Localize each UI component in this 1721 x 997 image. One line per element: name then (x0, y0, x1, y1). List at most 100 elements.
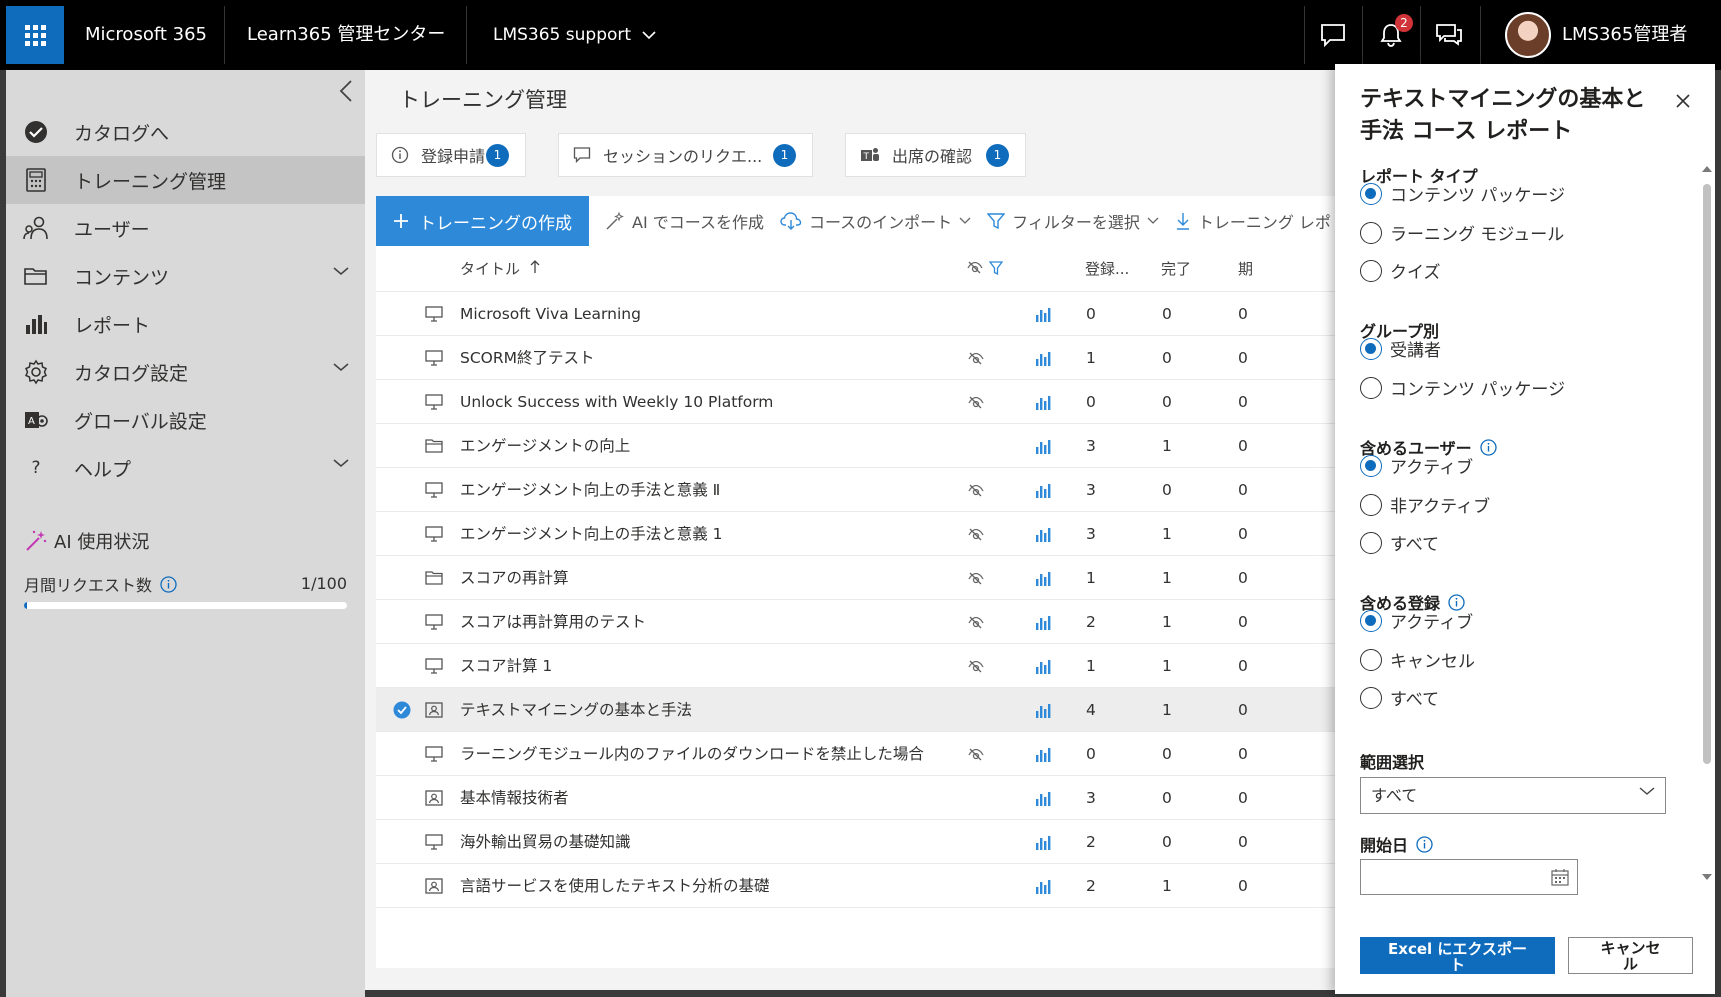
create-training-button[interactable]: トレーニングの作成 (376, 196, 589, 246)
row-enrolled: 0 (1086, 393, 1096, 411)
radio-enroll-active[interactable]: アクティブ (1360, 608, 1473, 633)
table-row[interactable]: スコアは再計算用のテスト 2 1 0 (376, 600, 1335, 644)
scrollbar-thumb[interactable] (1703, 184, 1711, 764)
row-title[interactable]: エンゲージメント向上の手法と意義 1 (460, 512, 722, 556)
training-report-download-button[interactable]: トレーニング レポ (1175, 209, 1331, 233)
table-row[interactable]: エンゲージメント向上の手法と意義 Ⅱ 3 0 0 (376, 468, 1335, 512)
table-row[interactable]: ラーニングモジュール内のファイルのダウンロードを禁止した場合 0 0 0 (376, 732, 1335, 776)
row-title[interactable]: エンゲージメント向上の手法と意義 Ⅱ (460, 468, 720, 512)
ai-create-course-button[interactable]: AI でコースを作成 (605, 209, 764, 233)
radio-report-content-package[interactable]: コンテンツ パッケージ (1360, 181, 1565, 206)
start-date-input[interactable] (1360, 859, 1578, 895)
report-chart-icon[interactable] (1035, 438, 1051, 458)
table-row[interactable]: 海外輸出貿易の基礎知識 2 0 0 (376, 820, 1335, 864)
table-row[interactable]: エンゲージメント向上の手法と意義 1 3 1 0 (376, 512, 1335, 556)
avatar[interactable] (1505, 12, 1551, 58)
admin-center-name[interactable]: Learn365 管理センター (247, 0, 445, 70)
report-chart-icon[interactable] (1035, 746, 1051, 766)
row-title[interactable]: スコアは再計算用のテスト (460, 600, 646, 644)
radio-enroll-cancelled[interactable]: キャンセル (1360, 647, 1475, 672)
import-course-button[interactable]: コースのインポート (780, 209, 971, 233)
table-row[interactable]: スコアの再計算 1 1 0 (376, 556, 1335, 600)
sidebar-item-training[interactable]: トレーニング管理 (6, 156, 365, 204)
row-title[interactable]: ラーニングモジュール内のファイルのダウンロードを禁止した場合 (460, 732, 924, 776)
report-chart-icon[interactable] (1035, 306, 1051, 326)
radio-group-content-package[interactable]: コンテンツ パッケージ (1360, 375, 1565, 400)
column-visibility-filter[interactable] (966, 259, 1004, 279)
row-title[interactable]: SCORM終了テスト (460, 336, 595, 380)
user-name[interactable]: LMS365管理者 (1562, 0, 1687, 70)
sidebar-item-content[interactable]: コンテンツ (6, 252, 365, 300)
row-title[interactable]: Unlock Success with Weekly 10 Platform (460, 380, 773, 424)
export-excel-button[interactable]: Excel にエクスポート (1360, 937, 1555, 974)
sidebar-item-users[interactable]: ユーザー (6, 204, 365, 252)
report-chart-icon[interactable] (1035, 658, 1051, 678)
radio-report-learning-module[interactable]: ラーニング モジュール (1360, 220, 1564, 245)
table-row[interactable]: スコア計算 1 1 1 0 (376, 644, 1335, 688)
close-panel-button[interactable] (1675, 90, 1691, 115)
report-chart-icon[interactable] (1035, 482, 1051, 502)
radio-users-all[interactable]: すべて (1360, 530, 1439, 555)
panel-scrollbar[interactable] (1701, 164, 1713, 884)
collapse-sidebar-button[interactable] (331, 76, 361, 106)
row-title[interactable]: 言語サービスを使用したテキスト分析の基礎 (460, 864, 770, 908)
info-icon[interactable] (1480, 438, 1497, 456)
row-title[interactable]: テキストマイニングの基本と手法 (460, 688, 692, 732)
radio-enroll-all[interactable]: すべて (1360, 685, 1439, 710)
radio-report-quiz[interactable]: クイズ (1360, 258, 1441, 283)
report-chart-icon[interactable] (1035, 614, 1051, 634)
row-title[interactable]: スコアの再計算 (460, 556, 569, 600)
tenant-selector[interactable]: LMS365 support (493, 0, 657, 70)
range-select[interactable]: すべて (1360, 777, 1666, 814)
table-row[interactable]: Unlock Success with Weekly 10 Platform 0 0… (376, 380, 1335, 424)
row-title[interactable]: スコア計算 1 (460, 644, 552, 688)
calendar-icon[interactable] (1551, 868, 1569, 886)
report-chart-icon[interactable] (1035, 394, 1051, 414)
feedback-button[interactable] (1304, 6, 1362, 64)
app-launcher-button[interactable] (6, 6, 64, 64)
notifications-button[interactable]: 2 (1362, 6, 1420, 64)
enrollment-requests-tab[interactable]: 登録申請 1 (376, 133, 526, 177)
sidebar-item-reports[interactable]: レポート (6, 300, 365, 348)
table-row[interactable]: SCORM終了テスト 1 0 0 (376, 336, 1335, 380)
radio-users-inactive[interactable]: 非アクティブ (1360, 492, 1490, 517)
filter-select-button[interactable]: フィルターを選択 (987, 209, 1159, 233)
row-title[interactable]: Microsoft Viva Learning (460, 292, 641, 336)
report-chart-icon[interactable] (1035, 790, 1051, 810)
column-title[interactable]: タイトル (460, 246, 540, 292)
table-row[interactable]: エンゲージメントの向上 3 1 0 (376, 424, 1335, 468)
scroll-down-icon[interactable] (1701, 872, 1713, 882)
row-title[interactable]: 基本情報技術者 (460, 776, 569, 820)
sidebar-item-catalog-settings[interactable]: カタログ設定 (6, 348, 365, 396)
report-chart-icon[interactable] (1035, 834, 1051, 854)
info-icon[interactable] (1416, 835, 1433, 853)
column-completed[interactable]: 完了 (1161, 246, 1191, 292)
attendance-check-tab[interactable]: T 出席の確認 1 (845, 133, 1026, 177)
row-title[interactable]: エンゲージメントの向上 (460, 424, 630, 468)
radio-group-learner[interactable]: 受講者 (1360, 336, 1441, 361)
top-bar: Microsoft 365 Learn365 管理センター LMS365 sup… (0, 0, 1721, 70)
report-chart-icon[interactable] (1035, 350, 1051, 370)
sidebar-item-global-settings[interactable]: A グローバル設定 (6, 396, 365, 444)
table-row[interactable]: 基本情報技術者 3 0 0 (376, 776, 1335, 820)
radio-users-active[interactable]: アクティブ (1360, 453, 1473, 478)
sidebar-item-catalog[interactable]: カタログへ (6, 108, 365, 156)
scroll-up-icon[interactable] (1701, 164, 1713, 174)
table-row[interactable]: 言語サービスを使用したテキスト分析の基礎 2 1 0 (376, 864, 1335, 908)
conversations-button[interactable] (1420, 6, 1478, 64)
sidebar-item-help[interactable]: ? ヘルプ (6, 444, 365, 492)
info-icon[interactable] (160, 575, 177, 593)
session-requests-tab[interactable]: セッションのリクエ... 1 (558, 133, 813, 177)
cancel-button[interactable]: キャンセル (1568, 937, 1693, 974)
app-name[interactable]: Microsoft 365 (85, 0, 207, 70)
column-extra[interactable]: 期 (1238, 246, 1253, 292)
row-title[interactable]: 海外輸出貿易の基礎知識 (460, 820, 631, 864)
report-chart-icon[interactable] (1035, 878, 1051, 898)
report-chart-icon[interactable] (1035, 570, 1051, 590)
table-row[interactable]: Microsoft Viva Learning 0 0 0 (376, 292, 1335, 336)
table-row[interactable]: テキストマイニングの基本と手法 4 1 0 (376, 688, 1335, 732)
report-chart-icon[interactable] (1035, 526, 1051, 546)
selected-check-icon[interactable] (393, 701, 411, 723)
column-enrolled[interactable]: 登録... (1085, 246, 1129, 292)
report-chart-icon[interactable] (1035, 702, 1051, 722)
